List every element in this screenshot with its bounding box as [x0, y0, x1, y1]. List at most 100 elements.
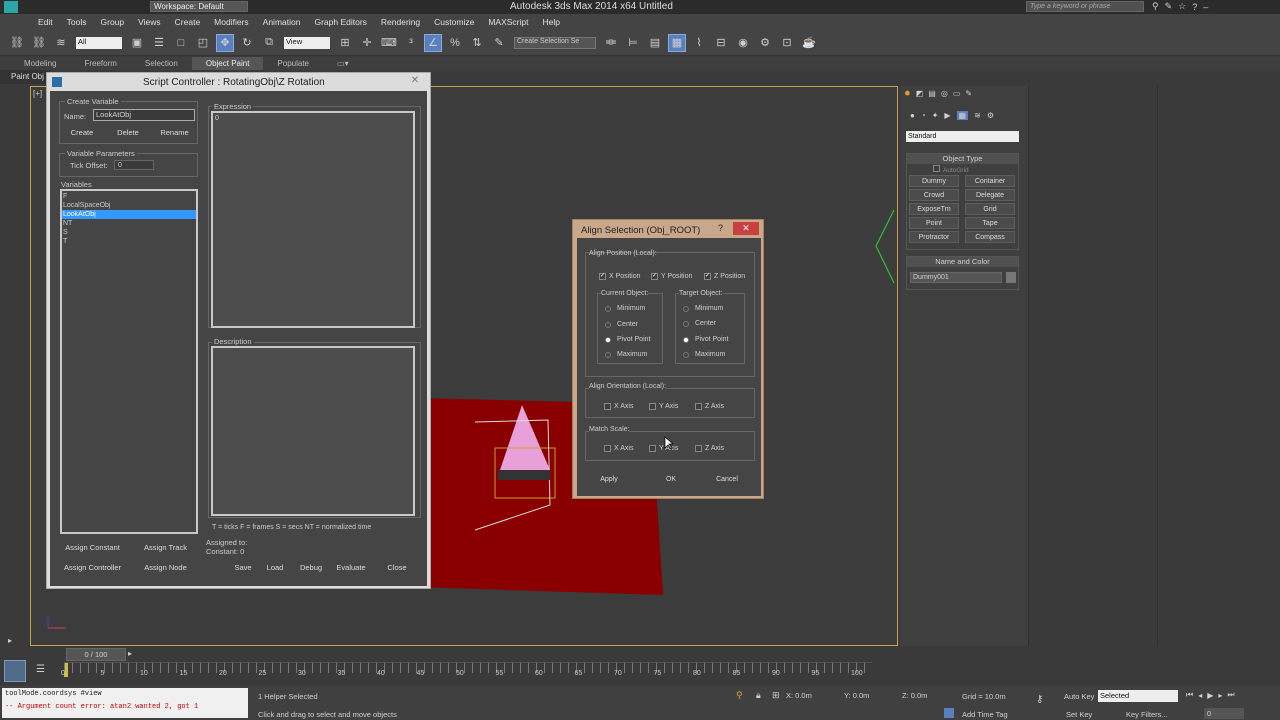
- cancel-button[interactable]: Cancel: [709, 476, 745, 483]
- select-rotate-icon[interactable]: ↻: [238, 34, 256, 52]
- star-icon[interactable]: ☆: [1178, 1, 1186, 12]
- select-move-icon[interactable]: ✥: [216, 33, 234, 52]
- align-icon[interactable]: ⊨: [624, 34, 642, 52]
- evaluate-button[interactable]: Evaluate: [333, 563, 369, 572]
- select-by-name-icon[interactable]: ☰: [150, 34, 168, 52]
- named-selection-dropdown[interactable]: Create Selection Se: [514, 36, 596, 49]
- object-type-title[interactable]: Object Type: [907, 154, 1018, 164]
- align-help-icon[interactable]: ?: [718, 223, 723, 233]
- link-icon[interactable]: ⛓: [8, 34, 26, 52]
- load-button[interactable]: Load: [262, 563, 288, 572]
- y-coordinate-field[interactable]: Y: 0.0m: [844, 691, 894, 702]
- tab-populate[interactable]: Populate: [263, 57, 323, 70]
- scale-z-checkbox[interactable]: Z Axis: [695, 445, 724, 452]
- select-scale-icon[interactable]: ⧉: [260, 34, 278, 52]
- create-tab-icon[interactable]: ✹: [904, 89, 911, 98]
- dummy-helper-object[interactable]: [872, 208, 898, 286]
- shapes-icon[interactable]: ◔: [921, 111, 926, 120]
- mirror-icon[interactable]: ⟚: [602, 34, 620, 52]
- tab-freeform[interactable]: Freeform: [70, 57, 130, 70]
- tick-offset-spinner[interactable]: 0: [114, 160, 154, 170]
- render-setup-icon[interactable]: ⚙: [756, 34, 774, 52]
- create-button[interactable]: Create: [67, 128, 97, 137]
- cameras-icon[interactable]: ▶: [944, 111, 950, 120]
- menu-maxscript[interactable]: MAXScript: [488, 17, 528, 27]
- rename-button[interactable]: Rename: [157, 128, 192, 137]
- protractor-button[interactable]: Protractor: [909, 231, 959, 243]
- tape-button[interactable]: Tape: [965, 217, 1015, 229]
- display-tab-icon[interactable]: ▭: [953, 89, 961, 98]
- systems-icon[interactable]: ⚙: [987, 111, 994, 120]
- menu-animation[interactable]: Animation: [263, 17, 301, 27]
- current-frame-field[interactable]: 0: [1204, 708, 1244, 719]
- variable-name-input[interactable]: LookAtObj: [93, 109, 195, 121]
- menu-modifiers[interactable]: Modifiers: [214, 17, 248, 27]
- manipulate-icon[interactable]: ✛: [358, 34, 376, 52]
- unlink-icon[interactable]: ⛓: [30, 34, 48, 52]
- tab-modeling[interactable]: Modeling: [10, 57, 70, 70]
- set-key-button[interactable]: Set Key: [1066, 710, 1092, 719]
- time-slider-next-icon[interactable]: ▸: [128, 649, 132, 658]
- pivot-center-icon[interactable]: ⊞: [336, 34, 354, 52]
- selection-filter-dropdown[interactable]: All: [76, 36, 122, 49]
- orient-z-checkbox[interactable]: Z Axis: [695, 403, 724, 410]
- utilities-tab-icon[interactable]: ✎: [965, 89, 972, 98]
- current-pivot-radio[interactable]: Pivot Point: [605, 336, 650, 343]
- rendered-frame-icon[interactable]: ⊡: [778, 34, 796, 52]
- grid-button[interactable]: Grid: [965, 203, 1015, 215]
- target-minimum-radio[interactable]: Minimum: [683, 305, 723, 312]
- container-button[interactable]: Container: [965, 175, 1015, 187]
- window-crossing-icon[interactable]: ◰: [194, 34, 212, 52]
- render-teapot-icon[interactable]: ☕: [800, 34, 818, 52]
- rect-selection-icon[interactable]: □: [172, 34, 190, 52]
- next-frame-icon[interactable]: ▸: [1218, 691, 1222, 700]
- key-filters-button[interactable]: Key Filters...: [1126, 710, 1168, 719]
- bind-spacewarp-icon[interactable]: ≋: [52, 34, 70, 52]
- hierarchy-tab-icon[interactable]: ▤: [928, 89, 936, 98]
- edit-named-sel-icon[interactable]: ✎: [490, 34, 508, 52]
- modify-tab-icon[interactable]: ◩: [916, 89, 924, 98]
- list-item-selected[interactable]: LookAtObj: [62, 210, 196, 219]
- current-minimum-radio[interactable]: Minimum: [605, 305, 645, 312]
- name-color-title[interactable]: Name and Color: [907, 257, 1018, 267]
- compass-button[interactable]: Compass: [965, 231, 1015, 243]
- ok-button[interactable]: OK: [653, 476, 689, 483]
- app-logo[interactable]: [4, 1, 18, 13]
- list-item[interactable]: T: [62, 237, 196, 246]
- menu-rendering[interactable]: Rendering: [381, 17, 420, 27]
- lights-icon[interactable]: ✦: [932, 111, 939, 120]
- pin-icon[interactable]: ⚲: [736, 690, 743, 701]
- search-input[interactable]: Type a keyword or phrase: [1026, 1, 1144, 12]
- x-position-checkbox[interactable]: ✓ X Position: [599, 273, 641, 280]
- current-maximum-radio[interactable]: Maximum: [605, 351, 647, 358]
- keyboard-shortcut-icon[interactable]: ⌨: [380, 34, 398, 52]
- z-coordinate-field[interactable]: Z: 0.0m: [902, 691, 952, 702]
- assign-controller-button[interactable]: Assign Controller: [60, 563, 125, 572]
- add-time-tag[interactable]: Add Time Tag: [962, 710, 1008, 719]
- ref-coord-dropdown[interactable]: View: [284, 36, 330, 49]
- spacewarps-icon[interactable]: ≋: [974, 111, 981, 120]
- x-coordinate-field[interactable]: X: 0.0m: [786, 691, 836, 702]
- script-close-icon[interactable]: ✕: [407, 75, 423, 87]
- key-icon[interactable]: ⚷: [1036, 694, 1043, 705]
- debug-button[interactable]: Debug: [295, 563, 327, 572]
- z-position-checkbox[interactable]: ✓ Z Position: [704, 273, 745, 280]
- save-button[interactable]: Save: [230, 563, 256, 572]
- list-item[interactable]: NT: [62, 219, 196, 228]
- align-close-icon[interactable]: ✕: [733, 222, 759, 235]
- help-icon[interactable]: ?: [1192, 2, 1197, 12]
- time-tag-icon[interactable]: [944, 708, 954, 718]
- angle-snap-icon[interactable]: ∠: [424, 33, 442, 52]
- y-position-checkbox[interactable]: ✓ Y Position: [651, 273, 692, 280]
- delegate-button[interactable]: Delegate: [965, 189, 1015, 201]
- absolute-mode-icon[interactable]: ⊞: [772, 690, 780, 701]
- assign-constant-button[interactable]: Assign Constant: [60, 543, 125, 552]
- autogrid-checkbox[interactable]: AutoGrid: [907, 165, 1018, 174]
- tab-object-paint[interactable]: Object Paint: [191, 57, 264, 70]
- motion-tab-icon[interactable]: ◎: [941, 89, 948, 98]
- geometry-icon[interactable]: ●: [910, 111, 915, 120]
- tab-selection[interactable]: Selection: [131, 57, 192, 70]
- menu-customize[interactable]: Customize: [434, 17, 474, 27]
- target-center-radio[interactable]: Center: [683, 320, 716, 327]
- object-name-field[interactable]: Dummy001: [910, 272, 1002, 283]
